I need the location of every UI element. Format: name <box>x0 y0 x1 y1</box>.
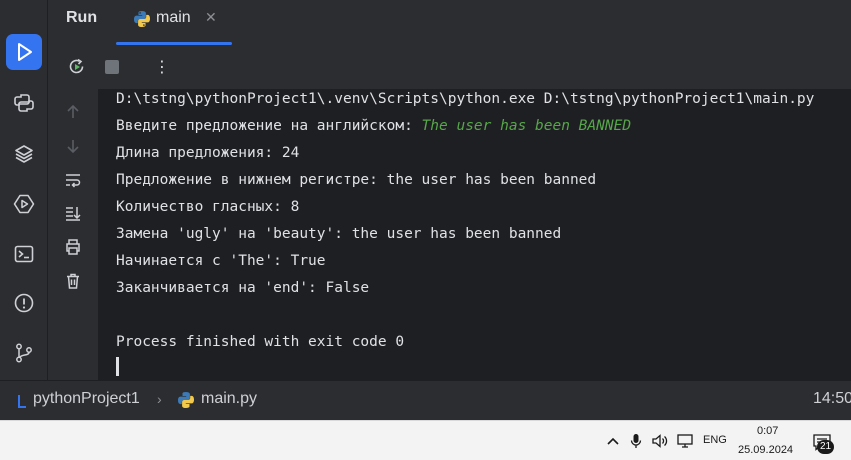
text-cursor <box>116 357 119 376</box>
console-line: Количество гласных: 8 <box>116 199 300 215</box>
console-output[interactable]: D:\tstng\pythonProject1\.venv\Scripts\py… <box>98 89 851 380</box>
tab-label: main <box>156 9 191 26</box>
trash-icon <box>67 273 79 289</box>
breadcrumb-chevron-icon: › <box>157 391 162 407</box>
console-input-line: Введите предложение на английском: The u… <box>116 118 631 134</box>
problems-icon <box>14 293 34 313</box>
more-options-icon[interactable]: ⋮ <box>154 59 170 75</box>
services-icon <box>13 194 35 214</box>
arrow-down-icon <box>67 140 79 154</box>
printer-icon <box>66 239 80 255</box>
console-line: Предложение в нижнем регистре: the user … <box>116 172 597 188</box>
project-icon <box>17 394 27 413</box>
stop-icon <box>105 60 119 74</box>
play-icon <box>18 43 32 61</box>
terminal-icon <box>14 245 34 263</box>
print-button[interactable] <box>63 237 83 257</box>
services-button[interactable] <box>6 186 42 222</box>
scroll-to-end-icon <box>66 207 81 221</box>
notification-count-badge: 21 <box>817 440 835 454</box>
console-exit-message: Process finished with exit code 0 <box>116 334 405 350</box>
breadcrumb-file[interactable]: main.py <box>201 390 257 408</box>
python-file-icon <box>177 391 195 414</box>
close-tab-icon[interactable]: ✕ <box>205 10 217 26</box>
git-branch-icon <box>16 343 32 363</box>
console-line: Заканчивается на 'end': False <box>116 280 370 296</box>
console-actions <box>48 89 98 380</box>
python-packages-button[interactable] <box>6 136 42 172</box>
layers-icon <box>15 145 33 163</box>
soft-wrap-icon <box>66 174 81 188</box>
version-control-button[interactable] <box>6 335 42 371</box>
breadcrumb-project[interactable]: pythonProject1 <box>33 390 140 408</box>
windows-taskbar: ENG 0:07 25.09.2024 21 <box>0 420 851 460</box>
scroll-up-button[interactable] <box>63 102 83 122</box>
python-console-button[interactable] <box>6 85 42 121</box>
run-tool-header: Run main ✕ <box>48 0 851 45</box>
run-toolbar: ⋮ <box>48 45 851 89</box>
tool-window-strip <box>0 0 48 380</box>
python-console-icon <box>14 94 34 112</box>
arrow-up-icon <box>67 104 79 118</box>
python-file-icon <box>134 11 150 27</box>
scroll-down-button[interactable] <box>63 136 83 156</box>
console-line: Начинается с 'The': True <box>116 253 326 269</box>
rerun-icon <box>69 58 84 74</box>
console-user-input: The user has been BANNED <box>421 118 632 134</box>
stop-button[interactable] <box>101 56 123 78</box>
scroll-to-end-button[interactable] <box>63 203 83 223</box>
microphone-icon[interactable] <box>627 432 645 450</box>
console-command-line: D:\tstng\pythonProject1\.venv\Scripts\py… <box>116 91 815 107</box>
speaker-icon[interactable] <box>651 432 669 450</box>
network-icon[interactable] <box>676 432 694 450</box>
clear-all-button[interactable] <box>63 271 83 291</box>
tab-main[interactable]: main ✕ <box>116 0 232 45</box>
caret-position[interactable]: 14:50 <box>813 390 851 408</box>
console-line: Замена 'ugly' на 'beauty': the user has … <box>116 226 562 242</box>
console-line: Длина предложения: 24 <box>116 145 300 161</box>
console-prompt: Введите предложение на английском: <box>116 118 422 134</box>
terminal-button[interactable] <box>6 236 42 272</box>
rerun-button[interactable] <box>66 56 88 78</box>
clock-date[interactable]: 25.09.2024 <box>738 444 793 456</box>
input-language[interactable]: ENG <box>703 434 727 446</box>
soft-wrap-button[interactable] <box>63 170 83 190</box>
problems-button[interactable] <box>6 285 42 321</box>
chevron-up-icon[interactable] <box>604 432 622 450</box>
status-bar: pythonProject1 › main.py 14:50 <box>0 380 851 420</box>
run-title: Run <box>66 9 98 26</box>
clock-time[interactable]: 0:07 <box>757 425 778 437</box>
run-tool-button[interactable] <box>6 34 42 70</box>
